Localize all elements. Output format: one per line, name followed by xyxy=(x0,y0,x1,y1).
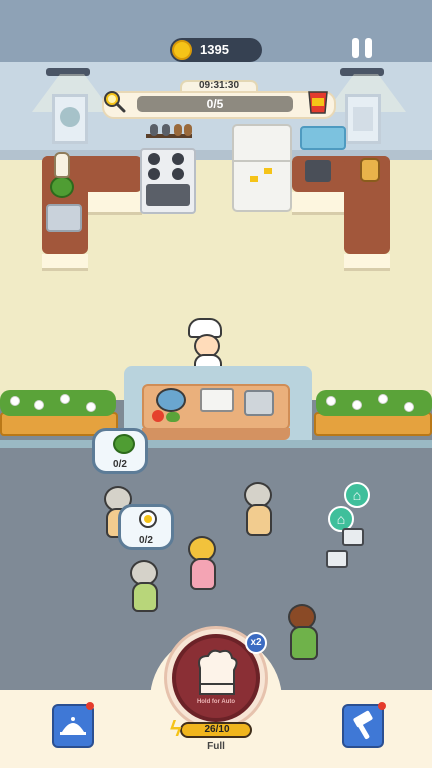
lettuce-ingredient xyxy=(50,176,74,198)
broccoli-icon xyxy=(113,434,135,454)
wall-picture-left xyxy=(52,94,88,144)
order-count: 0/2 xyxy=(113,459,127,470)
notification-dot xyxy=(378,702,386,710)
order-timer: 09:31:30 xyxy=(198,80,240,91)
fridge-note xyxy=(264,168,272,174)
jar-ingredient xyxy=(360,158,380,182)
menu-book-button[interactable] xyxy=(52,704,94,748)
milk-bottle-ingredient xyxy=(54,152,70,178)
flower xyxy=(10,396,20,406)
upgrade-button[interactable] xyxy=(342,704,384,748)
chips-bag-icon xyxy=(308,91,328,114)
potion-shelf xyxy=(300,126,346,150)
counter-right-front xyxy=(292,192,344,215)
flower xyxy=(352,400,362,410)
hold-for-auto-label: Hold for Auto xyxy=(196,699,236,705)
burner xyxy=(172,153,184,165)
counter-left-base xyxy=(42,254,88,271)
burner xyxy=(148,168,160,180)
chef-hat-icon xyxy=(198,649,238,695)
microwave xyxy=(305,160,331,182)
customer-order-bubble: 0/2 xyxy=(92,428,148,474)
counter-left-front xyxy=(88,192,142,215)
coin-count: 1395 xyxy=(200,42,229,57)
refrigerator xyxy=(232,124,292,212)
pause-icon[interactable] xyxy=(352,38,374,58)
flower xyxy=(378,394,388,404)
egg-icon xyxy=(139,510,157,528)
notification-dot xyxy=(86,702,94,710)
energy-count: 26/10 xyxy=(204,724,230,735)
trash-pile[interactable] xyxy=(342,528,364,546)
multiplier-badge: x2 xyxy=(245,632,267,654)
cooktop xyxy=(244,390,274,416)
flower xyxy=(326,396,336,406)
burner xyxy=(172,168,184,180)
flower xyxy=(34,400,44,410)
gold-coin-icon xyxy=(172,40,192,60)
customer-body[interactable] xyxy=(290,626,318,660)
counter-right-base xyxy=(344,254,390,271)
oven-window xyxy=(146,184,190,206)
magnifier-icon[interactable] xyxy=(102,89,126,113)
fridge-note xyxy=(250,176,258,182)
utensil-rack xyxy=(146,124,192,140)
customer-order-bubble: 0/2 xyxy=(118,504,174,550)
flower xyxy=(86,402,96,412)
tomato-ingredient xyxy=(152,410,164,422)
fridge-door-split xyxy=(234,160,290,162)
order-progress-text: 0/5 xyxy=(206,97,224,111)
cloche-book-icon xyxy=(60,717,86,735)
customer-body[interactable] xyxy=(132,582,158,612)
cucumber-ingredient xyxy=(166,412,180,422)
broom-icon[interactable]: ⌂ xyxy=(344,482,370,508)
customer-body[interactable] xyxy=(190,558,216,590)
wall-picture-right xyxy=(345,94,381,144)
customer-body[interactable] xyxy=(246,504,272,536)
order-count: 0/2 xyxy=(139,535,153,546)
hammer-icon xyxy=(353,710,373,740)
prep-station-front xyxy=(142,428,290,440)
mixing-bowl xyxy=(156,388,186,412)
burner xyxy=(148,153,160,165)
flower xyxy=(404,402,414,412)
flower xyxy=(60,394,70,404)
trash-pile[interactable] xyxy=(326,550,348,568)
energy-status: Full xyxy=(207,741,225,752)
sink xyxy=(46,204,82,232)
cutting-board xyxy=(200,388,234,412)
